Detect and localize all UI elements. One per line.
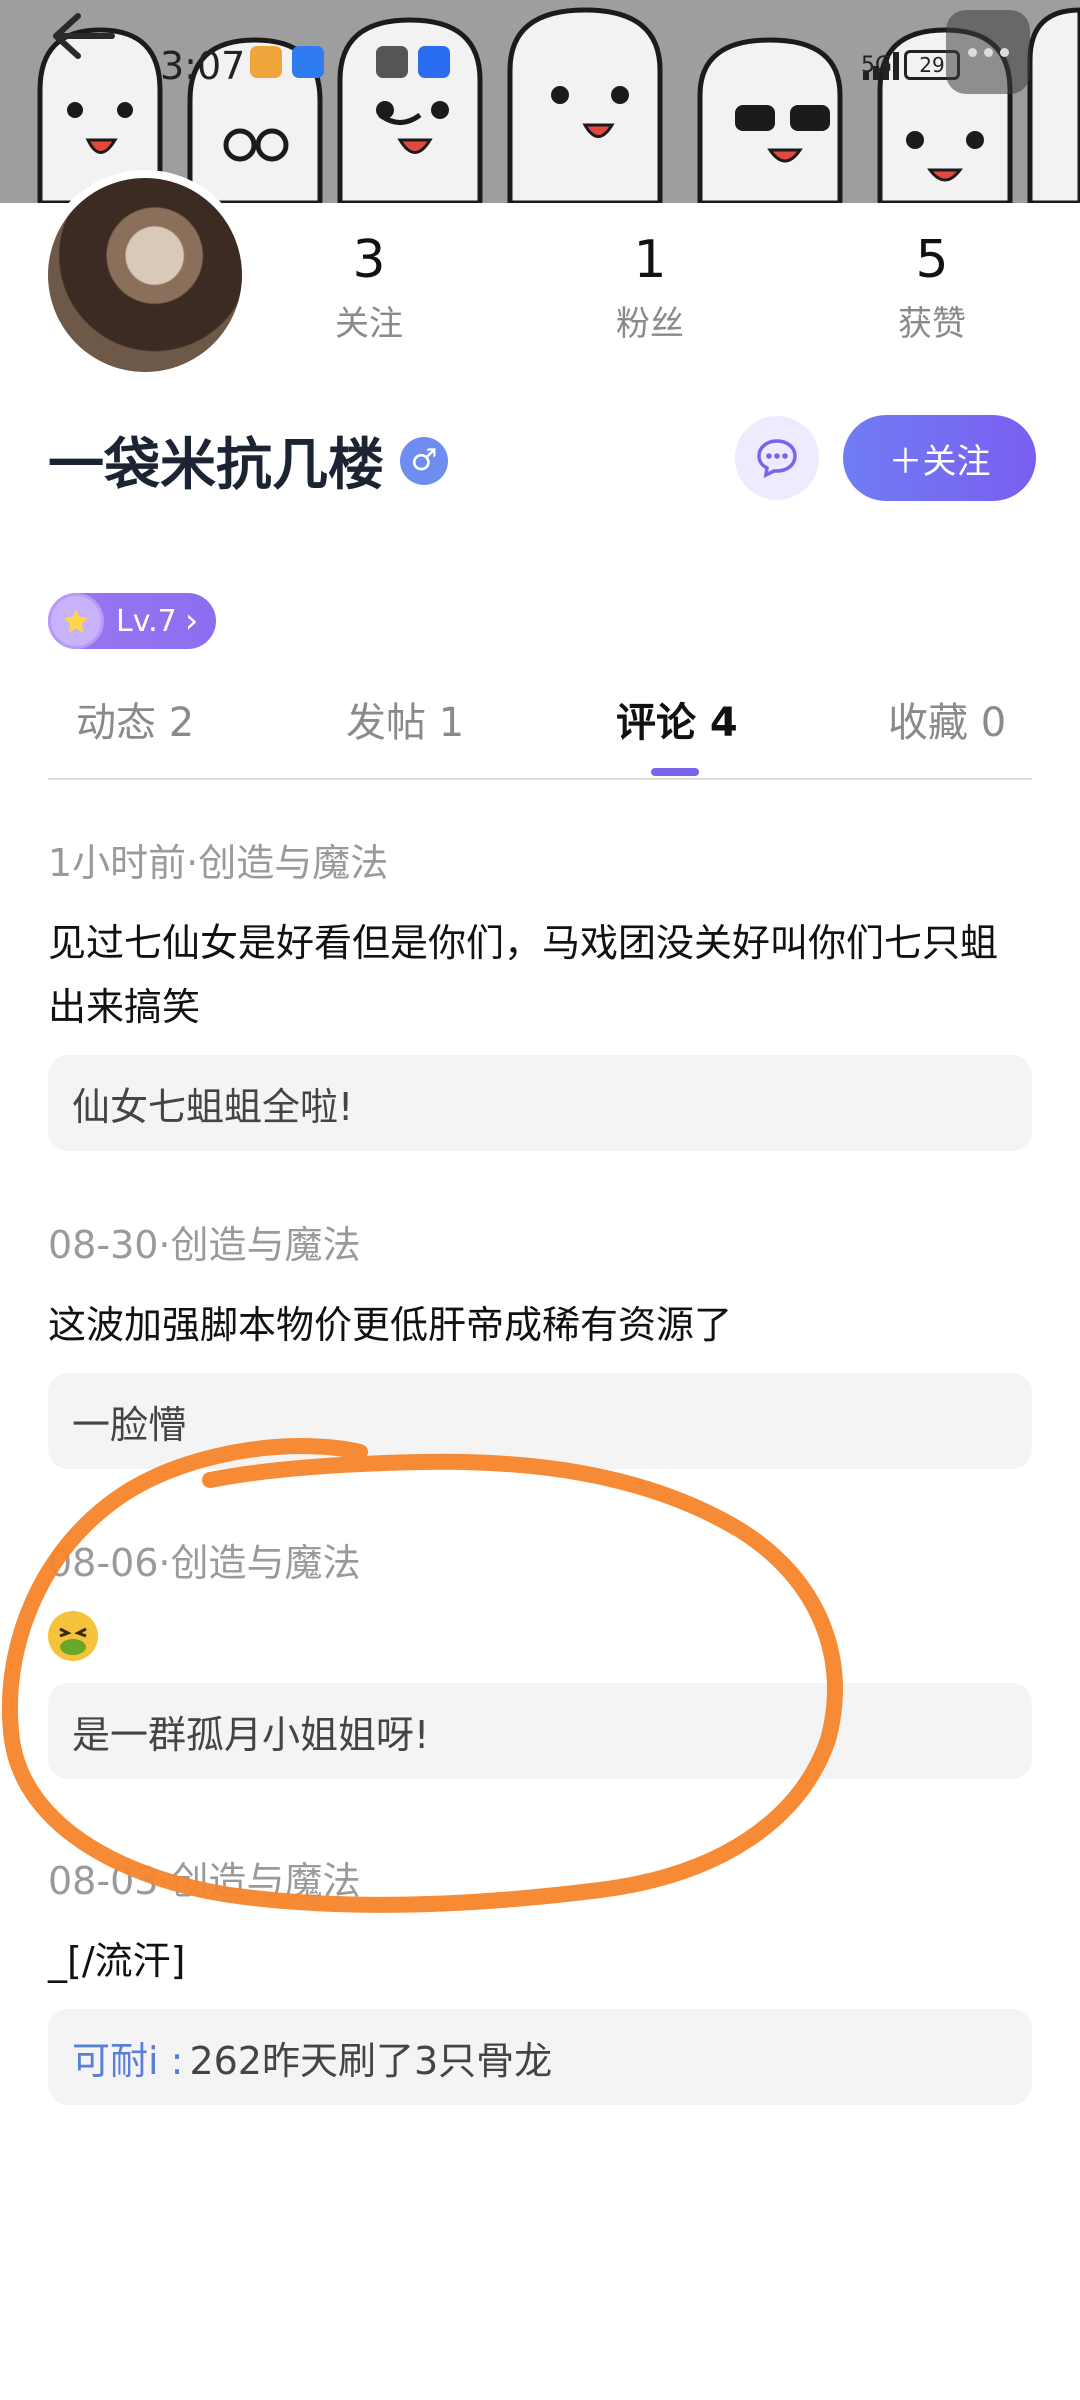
nauseated-face-emoji-icon [48,1611,98,1661]
quoted-reply[interactable]: 仙女七蛆蛆全啦! [48,1055,1032,1151]
back-button[interactable] [50,12,130,84]
tab-comments[interactable]: 评论 4 [616,690,738,748]
stat-followers-label: 粉丝 [616,304,684,344]
quoted-reply-author: 可耐i : [72,2038,184,2083]
stat-likes-label: 获赞 [898,304,966,344]
chevron-right-icon: › [184,601,199,641]
status-notification-icons [250,46,450,78]
comment-text: _[/流汗] [48,1939,186,1983]
more-dot-icon [999,47,1009,57]
comment-item[interactable]: 08-03·创造与魔法 _[/流汗] 可耐i : 262昨天刷了3只骨龙 [48,1850,1032,2105]
status-time: 3:07 [160,44,246,88]
stat-likes-count: 5 [915,230,949,290]
comment-text: 这波加强脚本物价更低肝帝成稀有资源了 [48,1303,733,1347]
stat-following-label: 关注 [335,304,403,344]
stat-following-count: 3 [352,230,386,290]
profile-page: 3:07 5G 29 3 关注 1 粉丝 5 获赞 一袋米抗几楼 ♂ ＋关注 L… [0,0,1080,2400]
tab-favorites[interactable]: 收藏 0 [888,690,1006,748]
back-arrow-icon [53,13,115,59]
quoted-reply-text: 仙女七蛆蛆全啦! [72,1084,354,1129]
signal-icon [862,52,899,80]
comment-item[interactable]: 1小时前·创造与魔法 见过七仙女是好看但是你们，马戏团没关好叫你们七只蛆出来搞笑… [48,832,1032,1151]
notification-icon [334,46,366,78]
avatar [48,178,242,372]
quoted-reply-text: 262昨天刷了3只骨龙 [189,2038,553,2083]
quoted-reply[interactable]: 一脸懵 [48,1373,1032,1469]
active-tab-indicator [651,768,699,776]
stat-following[interactable]: 3 关注 [279,230,459,345]
comment-meta: 08-30·创造与魔法 [48,1223,361,1267]
more-options-button[interactable] [946,10,1030,94]
stat-followers-count: 1 [633,230,667,290]
more-dot-icon [983,47,993,57]
comment-meta: 1小时前·创造与魔法 [48,841,389,885]
comment-text: 见过七仙女是好看但是你们，马戏团没关好叫你们七只蛆出来搞笑 [48,921,999,1029]
comment-item[interactable]: 08-06·创造与魔法 是一群孤月小姐姐呀! [48,1532,1032,1779]
calendar-icon [376,46,408,78]
username-row: 一袋米抗几楼 ♂ [48,420,448,501]
quoted-reply-text: 是一群孤月小姐姐呀! [72,1712,430,1757]
message-button[interactable] [735,416,819,500]
profile-tabs: 动态 2 发帖 1 评论 4 收藏 0 [48,690,1032,780]
username: 一袋米抗几楼 [48,433,384,498]
comment-item[interactable]: 08-30·创造与魔法 这波加强脚本物价更低肝帝成稀有资源了 一脸懵 [48,1214,1032,1469]
comment-meta: 08-03·创造与魔法 [48,1859,361,1903]
comment-meta: 08-06·创造与魔法 [48,1541,361,1585]
bulb-app-icon [418,46,450,78]
chat-app-icon [292,46,324,78]
tab-posts-feed[interactable]: 动态 2 [76,690,194,748]
level-badge[interactable]: Lv.7 › [48,593,217,649]
quoted-reply-text: 一脸懵 [72,1402,187,1447]
quoted-reply[interactable]: 是一群孤月小姐姐呀! [48,1683,1032,1779]
taobao-app-icon [250,46,282,78]
tab-threads[interactable]: 发帖 1 [346,690,464,748]
follow-button[interactable]: ＋关注 [843,415,1036,501]
level-crown-icon [48,593,104,649]
more-dot-icon [967,47,977,57]
avatar-frame[interactable] [40,170,250,380]
stat-likes[interactable]: 5 获赞 [842,230,1022,345]
level-label: Lv.7 [116,603,177,639]
chat-bubble-icon [757,439,797,479]
stat-followers[interactable]: 1 粉丝 [560,230,740,345]
male-gender-icon: ♂ [400,436,448,485]
quoted-reply[interactable]: 可耐i : 262昨天刷了3只骨龙 [48,2009,1032,2105]
